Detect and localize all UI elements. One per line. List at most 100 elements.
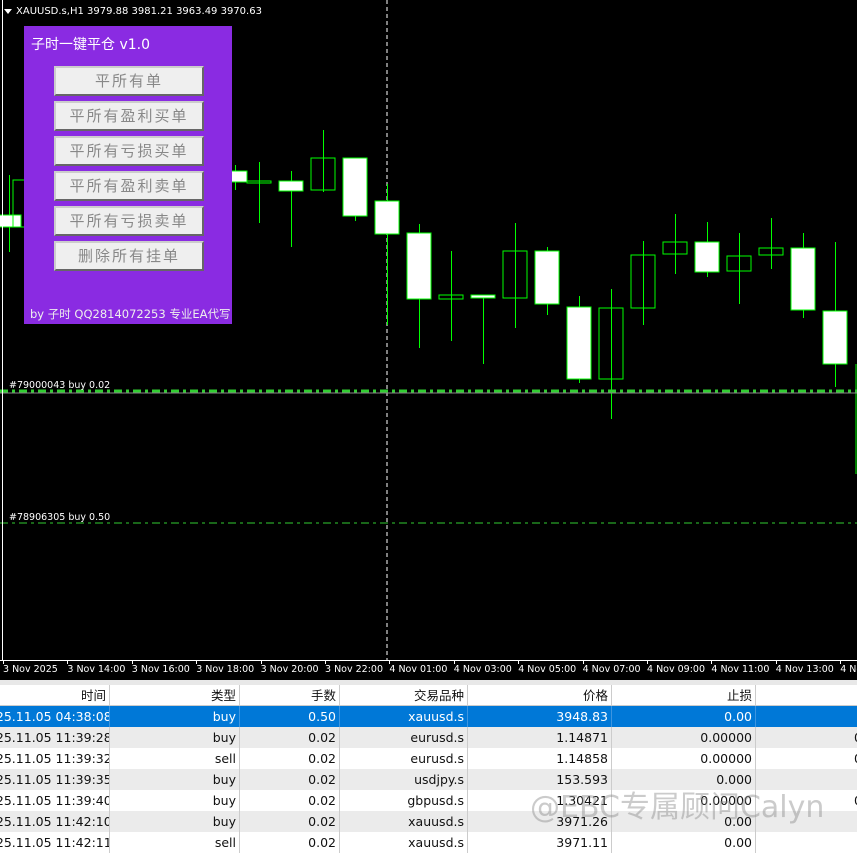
table-cell: 2025.11.05 11:42:11 xyxy=(0,832,110,853)
table-cell: 2025.11.05 04:38:08 xyxy=(0,706,110,727)
table-cell: 0.02 xyxy=(240,811,340,832)
symbol-info: XAUUSD.s,H1 3979.88 3981.21 3963.49 3970… xyxy=(4,6,262,17)
dropdown-triangle-icon[interactable] xyxy=(4,8,12,14)
table-header[interactable]: 时间 类型 手数 交易品种 价格 止损 xyxy=(0,685,857,706)
candle-body xyxy=(694,241,720,273)
time-axis: 3 Nov 2025 3 Nov 14:00 3 Nov 16:00 3 Nov 18… xyxy=(0,660,857,680)
symbol-info-text: XAUUSD.s,H1 3979.88 3981.21 3963.49 3970… xyxy=(16,6,262,17)
table-cell: xauusd.s xyxy=(340,832,468,853)
table-cell: 0.00000 xyxy=(612,748,756,769)
table-cell: 2025.11.05 11:42:10 xyxy=(0,811,110,832)
table-cell: 0.02 xyxy=(240,727,340,748)
table-cell: 0.00 xyxy=(612,811,756,832)
close-loss-buy-button[interactable]: 平所有亏损买单 xyxy=(54,136,204,166)
panel-title: 子时一键平仓 v1.0 xyxy=(31,37,150,53)
table-cell: 3971.26 xyxy=(468,811,612,832)
table-cell: 2025.11.05 11:39:40 xyxy=(0,790,110,811)
table-cell: buy xyxy=(110,727,240,748)
close-profit-sell-button[interactable]: 平所有盈利卖单 xyxy=(54,171,204,201)
table-row[interactable]: 2025.11.05 11:42:10buy0.02xauusd.s3971.2… xyxy=(0,811,857,832)
table-cell: 0.00 xyxy=(612,706,756,727)
column-header xyxy=(756,685,857,706)
table-cell: 0.00000 xyxy=(612,790,756,811)
column-header: 类型 xyxy=(110,685,240,706)
table-cell xyxy=(756,706,857,727)
time-label: 3 Nov 18:00 xyxy=(196,664,255,675)
table-row[interactable]: 2025.11.05 11:42:11sell0.02xauusd.s3971.… xyxy=(0,832,857,853)
table-cell: 2025.11.05 11:39:28 xyxy=(0,727,110,748)
panel-footer: by 子时 QQ2814072253 专业EA代写 xyxy=(30,307,231,321)
candle-body xyxy=(342,157,368,217)
time-label: 4 Nov 09:00 xyxy=(647,664,706,675)
table-cell: xauusd.s xyxy=(340,811,468,832)
order-label: #79000043 buy 0.02 xyxy=(9,380,111,391)
time-label: 4 Nov xyxy=(840,664,857,675)
table-cell: xauusd.s xyxy=(340,706,468,727)
table-row[interactable]: 2025.11.05 11:39:40buy0.02gbpusd.s1.3042… xyxy=(0,790,857,811)
table-cell: 3948.83 xyxy=(468,706,612,727)
table-cell: 0 xyxy=(756,748,857,769)
table-cell: 0 xyxy=(756,790,857,811)
table-cell: sell xyxy=(110,748,240,769)
column-header: 交易品种 xyxy=(340,685,468,706)
table-cell: 0.00 xyxy=(612,832,756,853)
close-loss-sell-button[interactable]: 平所有亏损卖单 xyxy=(54,206,204,236)
table-cell: usdjpy.s xyxy=(340,769,468,790)
table-row[interactable]: 2025.11.05 11:39:28buy0.02eurusd.s1.1487… xyxy=(0,727,857,748)
candle-body xyxy=(0,214,22,228)
table-cell xyxy=(756,769,857,790)
candle-body xyxy=(374,200,400,235)
time-label: 3 Nov 2025 xyxy=(3,664,58,675)
time-label: 4 Nov 01:00 xyxy=(389,664,448,675)
time-label: 3 Nov 14:00 xyxy=(67,664,126,675)
table-cell: 0.02 xyxy=(240,790,340,811)
close-profit-buy-button[interactable]: 平所有盈利买单 xyxy=(54,101,204,131)
table-cell: 0.00000 xyxy=(612,727,756,748)
time-label: 3 Nov 22:00 xyxy=(325,664,384,675)
table-cell: 2025.11.05 11:39:35 xyxy=(0,769,110,790)
candle-body xyxy=(822,310,848,365)
candle-body xyxy=(534,250,560,305)
candle-body xyxy=(566,306,592,380)
column-header: 止损 xyxy=(612,685,756,706)
column-header: 时间 xyxy=(0,685,110,706)
table-cell: buy xyxy=(110,811,240,832)
table-cell: buy xyxy=(110,706,240,727)
table-cell: 153.593 xyxy=(468,769,612,790)
table-cell: sell xyxy=(110,832,240,853)
close-all-button[interactable]: 平所有单 xyxy=(54,66,204,96)
table-cell: 1.14871 xyxy=(468,727,612,748)
table-cell: 0.02 xyxy=(240,832,340,853)
table-cell: gbpusd.s xyxy=(340,790,468,811)
column-header: 手数 xyxy=(240,685,340,706)
table-row[interactable]: 2025.11.05 11:39:35buy0.02usdjpy.s153.59… xyxy=(0,769,857,790)
order-label: #78906305 buy 0.50 xyxy=(9,512,111,523)
table-row[interactable]: 2025.11.05 11:39:32sell0.02eurusd.s1.148… xyxy=(0,748,857,769)
delete-pending-button[interactable]: 删除所有挂单 xyxy=(54,241,204,271)
table-cell: 3971.11 xyxy=(468,832,612,853)
table-cell: 1.30421 xyxy=(468,790,612,811)
table-cell: buy xyxy=(110,790,240,811)
table-cell: 0.50 xyxy=(240,706,340,727)
table-cell: 0.02 xyxy=(240,769,340,790)
price-chart[interactable]: XAUUSD.s,H1 3979.88 3981.21 3963.49 3970… xyxy=(0,0,857,680)
table-cell: 0 xyxy=(756,727,857,748)
time-label: 4 Nov 13:00 xyxy=(775,664,834,675)
time-label: 4 Nov 07:00 xyxy=(582,664,641,675)
time-label: 3 Nov 16:00 xyxy=(131,664,190,675)
candle-body xyxy=(406,232,432,300)
table-cell: 0.000 xyxy=(612,769,756,790)
table-cell: eurusd.s xyxy=(340,727,468,748)
table-cell: eurusd.s xyxy=(340,748,468,769)
table-cell: 1.14858 xyxy=(468,748,612,769)
time-label: 3 Nov 20:00 xyxy=(260,664,319,675)
time-label: 4 Nov 05:00 xyxy=(518,664,577,675)
table-row[interactable]: 2025.11.05 04:38:08buy0.50xauusd.s3948.8… xyxy=(0,706,857,727)
trade-table: 时间类型手数交易品种价格止损2025.11.05 04:38:08buy0.50… xyxy=(0,680,857,854)
column-header: 价格 xyxy=(468,685,612,706)
table-cell xyxy=(756,832,857,853)
table-cell: buy xyxy=(110,769,240,790)
table-cell: 2025.11.05 11:39:32 xyxy=(0,748,110,769)
candle-body xyxy=(278,180,304,192)
table-cell: 0.02 xyxy=(240,748,340,769)
